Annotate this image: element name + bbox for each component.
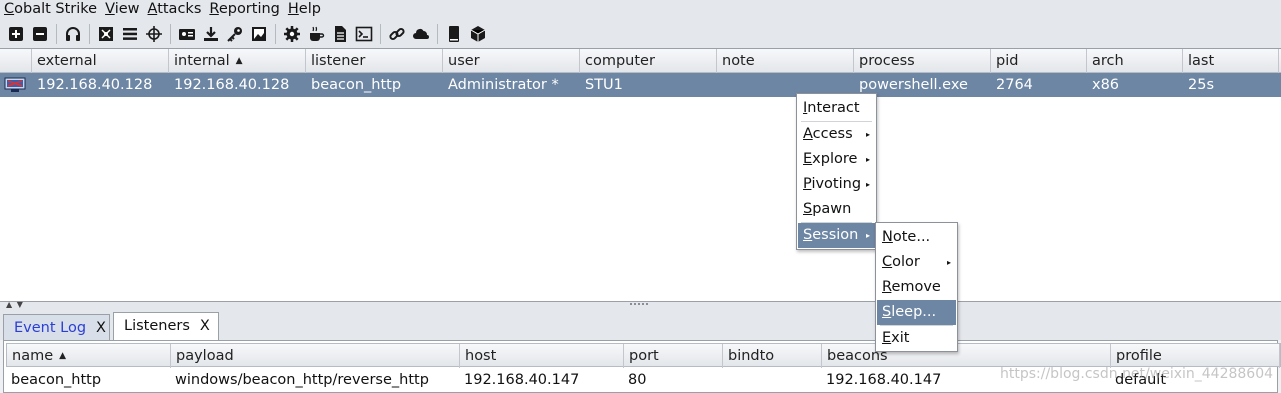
- targets-crosshair-icon[interactable]: [142, 23, 166, 45]
- beacon-table-header: external internal ▲ listener user compute…: [0, 49, 1281, 73]
- help-book-icon[interactable]: [442, 23, 466, 45]
- submenu-arrow-icon: ▸: [946, 258, 951, 267]
- beacon-note: [717, 73, 722, 97]
- listeners-headset-icon[interactable]: [61, 23, 85, 45]
- toolbar: [0, 19, 1281, 48]
- split-pane-divider[interactable]: ▲ ▼: [0, 300, 1281, 312]
- submenu-arrow-icon: ▸: [865, 180, 870, 189]
- menu-item-pivoting[interactable]: Pivoting ▸: [798, 172, 875, 197]
- column-header-profile[interactable]: profile: [1111, 344, 1280, 368]
- session-table-icon[interactable]: [118, 23, 142, 45]
- menu-item-note[interactable]: Note...: [877, 225, 956, 250]
- column-header-payload[interactable]: payload: [171, 344, 460, 368]
- column-header-host[interactable]: host: [460, 344, 624, 368]
- sort-ascending-icon: ▲: [59, 351, 67, 361]
- column-header-last[interactable]: last: [1183, 49, 1279, 73]
- credentials-icon[interactable]: [175, 23, 199, 45]
- tab-close-button[interactable]: X: [96, 320, 106, 336]
- column-header-beacons[interactable]: beacons: [822, 344, 1111, 368]
- menu-reporting[interactable]: Reporting: [205, 1, 284, 18]
- watermark: https://blog.csdn.net/weixin_44288604: [1000, 366, 1274, 382]
- column-header-icon[interactable]: [0, 49, 32, 73]
- menu-bar: Cobalt Strike View Attacks Reporting Hel…: [0, 0, 1281, 19]
- beacon-internal: 192.168.40.128: [174, 77, 290, 93]
- menu-item-sleep[interactable]: Sleep...: [877, 300, 956, 325]
- toolbar-separator: [89, 23, 90, 44]
- toolbar-separator: [437, 23, 438, 44]
- column-header-name[interactable]: name ▲: [7, 344, 171, 368]
- table-row[interactable]: 192.168.40.128 192.168.40.128 beacon_htt…: [0, 73, 1281, 97]
- menu-view[interactable]: View: [101, 1, 143, 18]
- menu-item-remove[interactable]: Remove: [877, 275, 956, 300]
- beacon-arch: x86: [1092, 77, 1120, 93]
- tab-event-log[interactable]: Event Log X: [3, 314, 110, 341]
- link-icon[interactable]: [385, 23, 409, 45]
- beacon-table: external internal ▲ listener user compute…: [0, 48, 1281, 302]
- collapse-arrows-icon[interactable]: ▲ ▼: [6, 300, 24, 309]
- tab-listeners[interactable]: Listeners X: [113, 312, 219, 341]
- beacon-computer-icon: [4, 77, 26, 93]
- keystrokes-key-icon[interactable]: [223, 23, 247, 45]
- script-console-icon[interactable]: [352, 23, 376, 45]
- tab-close-button[interactable]: X: [200, 318, 210, 334]
- listener-beacons: 192.168.40.147: [826, 372, 942, 388]
- toolbar-separator: [170, 23, 171, 44]
- submenu-arrow-icon: ▸: [865, 155, 870, 164]
- beacon-pid: 2764: [996, 77, 1033, 93]
- listener-bindto: [722, 368, 727, 392]
- beacon-computer: STU1: [585, 77, 623, 93]
- toolbar-separator: [275, 23, 276, 44]
- divider-grip[interactable]: [630, 303, 648, 307]
- submenu-arrow-icon: ▸: [865, 231, 870, 240]
- new-connection-icon[interactable]: [4, 23, 28, 45]
- beacon-listener: beacon_http: [311, 77, 402, 93]
- menu-item-exit[interactable]: Exit: [877, 326, 956, 351]
- menu-help[interactable]: Help: [284, 1, 325, 18]
- menu-attacks[interactable]: Attacks: [144, 1, 206, 18]
- menu-item-session[interactable]: Session ▸: [798, 223, 875, 248]
- beacon-context-menu: Interact Access ▸ Explore ▸ Pivoting ▸ Spaw…: [796, 93, 877, 250]
- downloads-icon[interactable]: [199, 23, 223, 45]
- listener-port: 80: [628, 372, 647, 388]
- about-package-icon[interactable]: [466, 23, 490, 45]
- tab-bar: Event Log X Listeners X: [0, 312, 1281, 341]
- disconnect-icon[interactable]: [28, 23, 52, 45]
- session-submenu: Note... Color ▸ Remove Sleep... Exit: [875, 222, 958, 352]
- beacon-user: Administrator *: [448, 77, 559, 93]
- sort-ascending-icon: ▲: [235, 56, 243, 66]
- beacon-last: 25s: [1188, 77, 1215, 93]
- column-header-listener[interactable]: listener: [306, 49, 443, 73]
- column-header-note[interactable]: note: [717, 49, 854, 73]
- column-header-process[interactable]: process: [854, 49, 991, 73]
- listeners-table-header: name ▲ payload host port bindto beacons p…: [6, 343, 1281, 368]
- cloud-host-icon[interactable]: [409, 23, 433, 45]
- listener-name: beacon_http: [11, 372, 102, 388]
- java-applet-cup-icon[interactable]: [304, 23, 328, 45]
- column-header-computer[interactable]: computer: [580, 49, 717, 73]
- menu-cobalt-strike[interactable]: Cobalt Strike: [0, 1, 101, 18]
- beacon-external: 192.168.40.128: [37, 77, 153, 93]
- submenu-arrow-icon: ▸: [865, 130, 870, 139]
- column-header-user[interactable]: user: [443, 49, 580, 73]
- settings-gear-icon[interactable]: [280, 23, 304, 45]
- toolbar-separator: [380, 23, 381, 44]
- pivot-graph-icon[interactable]: [94, 23, 118, 45]
- menu-item-explore[interactable]: Explore ▸: [798, 147, 875, 172]
- column-header-external[interactable]: external: [32, 49, 169, 73]
- office-macro-doc-icon[interactable]: [328, 23, 352, 45]
- column-header-arch[interactable]: arch: [1087, 49, 1183, 73]
- menu-item-color[interactable]: Color ▸: [877, 250, 956, 275]
- column-header-pid[interactable]: pid: [991, 49, 1087, 73]
- screenshots-icon[interactable]: [247, 23, 271, 45]
- column-header-internal[interactable]: internal ▲: [169, 49, 306, 73]
- toolbar-separator: [56, 23, 57, 44]
- menu-item-spawn[interactable]: Spawn: [798, 197, 875, 222]
- listener-host: 192.168.40.147: [464, 372, 580, 388]
- listener-payload: windows/beacon_http/reverse_http: [175, 372, 429, 388]
- menu-item-access[interactable]: Access ▸: [798, 122, 875, 147]
- column-header-port[interactable]: port: [624, 344, 723, 368]
- menu-item-interact[interactable]: Interact: [798, 96, 875, 121]
- column-header-bindto[interactable]: bindto: [723, 344, 822, 368]
